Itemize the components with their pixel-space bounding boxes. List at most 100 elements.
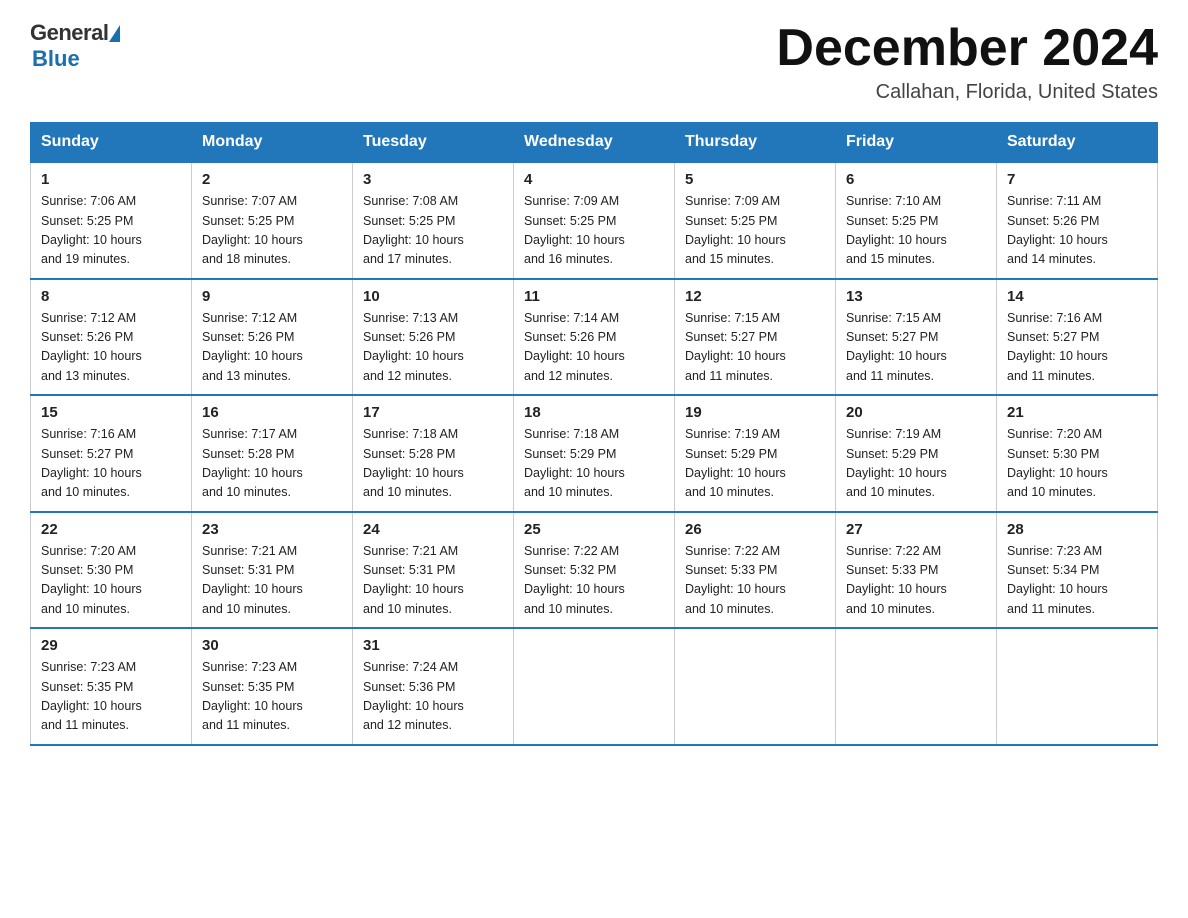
day-number: 1 [41,171,181,188]
day-info: Sunrise: 7:15 AMSunset: 5:27 PMDaylight:… [685,311,786,383]
day-number: 16 [202,404,342,421]
calendar-cell: 5 Sunrise: 7:09 AMSunset: 5:25 PMDaylight… [675,162,836,279]
calendar-cell: 14Sunrise: 7:16 AMSunset: 5:27 PMDayligh… [997,279,1158,396]
calendar-cell: 30 Sunrise: 7:23 AMSunset: 5:35 PMDayligh… [192,628,353,745]
day-info: Sunrise: 7:15 AMSunset: 5:27 PMDaylight:… [846,311,947,383]
day-number: 5 [685,171,825,188]
day-number: 26 [685,521,825,538]
day-number: 29 [41,637,181,654]
page-header: General Blue December 2024 Callahan, Flo… [30,20,1158,104]
day-number: 7 [1007,171,1147,188]
calendar-cell: 10 Sunrise: 7:13 AMSunset: 5:26 PMDayligh… [353,279,514,396]
logo-general-text: General [30,20,108,46]
calendar-table: Sunday Monday Tuesday Wednesday Thursday… [30,122,1158,746]
logo-triangle-icon [109,25,120,42]
day-info: Sunrise: 7:11 AMSunset: 5:26 PMDaylight:… [1007,194,1108,266]
calendar-cell: 4Sunrise: 7:09 AMSunset: 5:25 PMDaylight… [514,162,675,279]
calendar-cell: 11 Sunrise: 7:14 AMSunset: 5:26 PMDayligh… [514,279,675,396]
day-number: 27 [846,521,986,538]
logo: General Blue [30,20,121,72]
day-number: 28 [1007,521,1147,538]
day-number: 8 [41,288,181,305]
day-info: Sunrise: 7:18 AMSunset: 5:29 PMDaylight:… [524,427,625,499]
month-title: December 2024 [776,20,1158,77]
day-number: 21 [1007,404,1147,421]
calendar-cell: 17 Sunrise: 7:18 AMSunset: 5:28 PMDayligh… [353,395,514,512]
day-info: Sunrise: 7:19 AMSunset: 5:29 PMDaylight:… [846,427,947,499]
calendar-cell: 16Sunrise: 7:17 AMSunset: 5:28 PMDayligh… [192,395,353,512]
day-info: Sunrise: 7:23 AMSunset: 5:35 PMDaylight:… [202,660,303,732]
calendar-cell: 13 Sunrise: 7:15 AMSunset: 5:27 PMDayligh… [836,279,997,396]
day-info: Sunrise: 7:22 AMSunset: 5:33 PMDaylight:… [685,544,786,616]
day-number: 23 [202,521,342,538]
logo-blue-text: Blue [32,46,80,71]
calendar-cell: 2 Sunrise: 7:07 AMSunset: 5:25 PMDaylight… [192,162,353,279]
calendar-cell: 27Sunrise: 7:22 AMSunset: 5:33 PMDayligh… [836,512,997,629]
day-info: Sunrise: 7:12 AMSunset: 5:26 PMDaylight:… [41,311,142,383]
day-number: 19 [685,404,825,421]
day-number: 25 [524,521,664,538]
calendar-cell [836,628,997,745]
day-number: 10 [363,288,503,305]
day-number: 9 [202,288,342,305]
day-info: Sunrise: 7:24 AMSunset: 5:36 PMDaylight:… [363,660,464,732]
day-number: 2 [202,171,342,188]
calendar-cell: 19Sunrise: 7:19 AMSunset: 5:29 PMDayligh… [675,395,836,512]
calendar-cell: 22Sunrise: 7:20 AMSunset: 5:30 PMDayligh… [31,512,192,629]
col-saturday: Saturday [997,123,1158,163]
day-info: Sunrise: 7:21 AMSunset: 5:31 PMDaylight:… [202,544,303,616]
day-info: Sunrise: 7:06 AMSunset: 5:25 PMDaylight:… [41,194,142,266]
week-row-3: 15 Sunrise: 7:16 AMSunset: 5:27 PMDayligh… [31,395,1158,512]
col-friday: Friday [836,123,997,163]
week-row-5: 29 Sunrise: 7:23 AMSunset: 5:35 PMDayligh… [31,628,1158,745]
col-tuesday: Tuesday [353,123,514,163]
day-info: Sunrise: 7:10 AMSunset: 5:25 PMDaylight:… [846,194,947,266]
day-number: 14 [1007,288,1147,305]
day-number: 20 [846,404,986,421]
col-sunday: Sunday [31,123,192,163]
day-info: Sunrise: 7:23 AMSunset: 5:35 PMDaylight:… [41,660,142,732]
calendar-cell: 12 Sunrise: 7:15 AMSunset: 5:27 PMDayligh… [675,279,836,396]
week-row-2: 8 Sunrise: 7:12 AMSunset: 5:26 PMDaylight… [31,279,1158,396]
calendar-cell: 6 Sunrise: 7:10 AMSunset: 5:25 PMDaylight… [836,162,997,279]
day-number: 31 [363,637,503,654]
calendar-cell: 15 Sunrise: 7:16 AMSunset: 5:27 PMDayligh… [31,395,192,512]
day-info: Sunrise: 7:16 AMSunset: 5:27 PMDaylight:… [41,427,142,499]
calendar-cell: 25Sunrise: 7:22 AMSunset: 5:32 PMDayligh… [514,512,675,629]
calendar-cell [675,628,836,745]
day-number: 4 [524,171,664,188]
day-info: Sunrise: 7:20 AMSunset: 5:30 PMDaylight:… [41,544,142,616]
day-number: 24 [363,521,503,538]
week-row-4: 22Sunrise: 7:20 AMSunset: 5:30 PMDayligh… [31,512,1158,629]
day-info: Sunrise: 7:14 AMSunset: 5:26 PMDaylight:… [524,311,625,383]
calendar-cell: 7 Sunrise: 7:11 AMSunset: 5:26 PMDaylight… [997,162,1158,279]
calendar-cell: 1 Sunrise: 7:06 AMSunset: 5:25 PMDaylight… [31,162,192,279]
day-number: 17 [363,404,503,421]
day-number: 18 [524,404,664,421]
calendar-cell: 31 Sunrise: 7:24 AMSunset: 5:36 PMDayligh… [353,628,514,745]
day-number: 6 [846,171,986,188]
day-info: Sunrise: 7:23 AMSunset: 5:34 PMDaylight:… [1007,544,1108,616]
day-number: 12 [685,288,825,305]
calendar-cell: 23 Sunrise: 7:21 AMSunset: 5:31 PMDayligh… [192,512,353,629]
calendar-cell: 18 Sunrise: 7:18 AMSunset: 5:29 PMDayligh… [514,395,675,512]
col-thursday: Thursday [675,123,836,163]
calendar-cell [514,628,675,745]
day-number: 3 [363,171,503,188]
day-info: Sunrise: 7:21 AMSunset: 5:31 PMDaylight:… [363,544,464,616]
title-area: December 2024 Callahan, Florida, United … [776,20,1158,104]
calendar-header-row: Sunday Monday Tuesday Wednesday Thursday… [31,123,1158,163]
day-info: Sunrise: 7:13 AMSunset: 5:26 PMDaylight:… [363,311,464,383]
calendar-cell: 24 Sunrise: 7:21 AMSunset: 5:31 PMDayligh… [353,512,514,629]
week-row-1: 1 Sunrise: 7:06 AMSunset: 5:25 PMDaylight… [31,162,1158,279]
day-info: Sunrise: 7:07 AMSunset: 5:25 PMDaylight:… [202,194,303,266]
day-info: Sunrise: 7:09 AMSunset: 5:25 PMDaylight:… [685,194,786,266]
day-number: 13 [846,288,986,305]
day-number: 30 [202,637,342,654]
day-info: Sunrise: 7:12 AMSunset: 5:26 PMDaylight:… [202,311,303,383]
day-number: 11 [524,288,664,305]
day-info: Sunrise: 7:18 AMSunset: 5:28 PMDaylight:… [363,427,464,499]
calendar-cell: 9 Sunrise: 7:12 AMSunset: 5:26 PMDaylight… [192,279,353,396]
col-monday: Monday [192,123,353,163]
day-number: 15 [41,404,181,421]
